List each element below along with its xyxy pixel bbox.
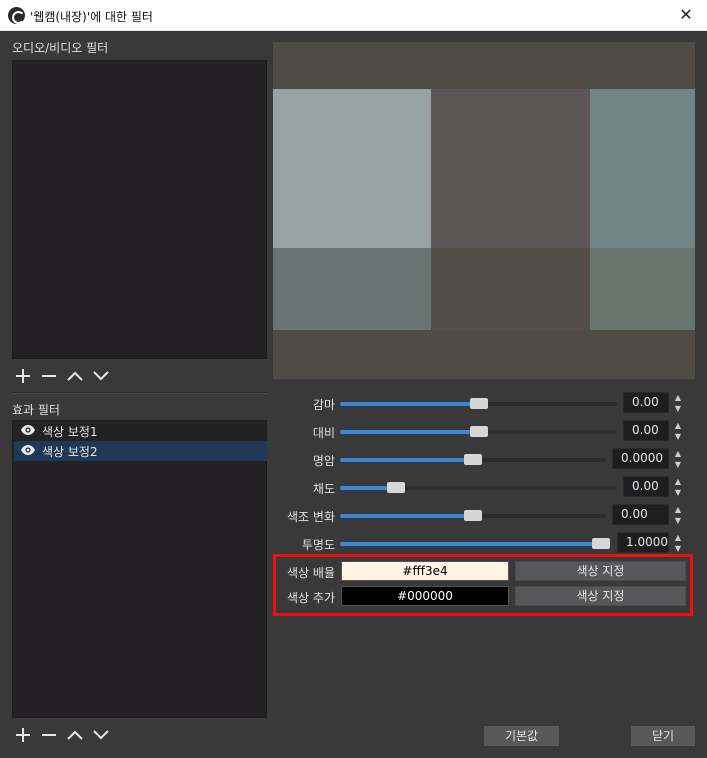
opacity-label: 투명도 bbox=[301, 538, 335, 552]
gamma-slider[interactable] bbox=[340, 398, 617, 409]
color-add-select-button[interactable]: 색상 지정 bbox=[515, 586, 686, 606]
opacity-slider-handle[interactable] bbox=[592, 538, 610, 549]
chevron-up-icon[interactable]: ▲ bbox=[671, 532, 685, 543]
video-preview bbox=[273, 42, 695, 379]
chevron-up-icon[interactable] bbox=[65, 366, 85, 386]
contrast-slider-handle[interactable] bbox=[470, 426, 488, 437]
opacity-slider-fill bbox=[340, 542, 601, 546]
chevron-up-icon[interactable]: ▲ bbox=[671, 392, 685, 403]
defaults-button[interactable]: 기본값 bbox=[484, 726, 559, 746]
color-multiply-select-button[interactable]: 색상 지정 bbox=[515, 561, 686, 581]
color-add-swatch: #000000 bbox=[341, 586, 509, 606]
chevron-down-icon[interactable] bbox=[91, 366, 111, 386]
hue-shift-input[interactable]: 0.00 bbox=[612, 504, 669, 525]
preview-region bbox=[590, 248, 695, 330]
preview-region bbox=[273, 248, 431, 330]
close-window-button[interactable]: ✕ bbox=[673, 4, 699, 26]
saturation-slider[interactable] bbox=[340, 482, 617, 493]
chevron-down-icon[interactable]: ▼ bbox=[671, 543, 685, 554]
plus-icon[interactable] bbox=[13, 366, 33, 386]
chevron-up-icon[interactable]: ▲ bbox=[671, 448, 685, 459]
gamma-spin-arrows[interactable]: ▲ ▼ bbox=[671, 392, 685, 414]
filter-item-color-correction-1[interactable]: 색상 보정1 bbox=[14, 421, 267, 441]
obs-logo-icon bbox=[8, 7, 25, 24]
av-filters-toolbar bbox=[13, 366, 111, 386]
preview-region bbox=[590, 89, 695, 248]
hue-shift-label: 색조 변화 bbox=[287, 510, 335, 524]
gamma-slider-handle[interactable] bbox=[470, 398, 488, 409]
filter-item-color-correction-2[interactable]: 색상 보정2 bbox=[14, 441, 267, 461]
opacity-slider[interactable] bbox=[340, 538, 610, 549]
effect-filters-list: 색상 보정1 색상 보정2 bbox=[12, 420, 267, 718]
brightness-slider-fill bbox=[340, 458, 473, 462]
chevron-down-icon[interactable]: ▼ bbox=[671, 487, 685, 498]
hue-shift-slider-handle[interactable] bbox=[464, 510, 482, 521]
contrast-spin-arrows[interactable]: ▲ ▼ bbox=[671, 420, 685, 442]
brightness-slider[interactable] bbox=[340, 454, 606, 465]
contrast-input[interactable]: 0.00 bbox=[623, 420, 669, 441]
saturation-input[interactable]: 0.00 bbox=[623, 476, 669, 497]
contrast-slider[interactable] bbox=[340, 426, 617, 437]
brightness-spin-arrows[interactable]: ▲ ▼ bbox=[671, 448, 685, 470]
chevron-down-icon[interactable]: ▼ bbox=[671, 403, 685, 414]
av-filters-list[interactable] bbox=[12, 60, 267, 359]
gamma-slider-fill bbox=[340, 402, 479, 406]
effect-filters-label: 효과 필터 bbox=[12, 403, 60, 417]
filter-item-label: 색상 보정2 bbox=[42, 444, 98, 459]
gamma-label: 감마 bbox=[312, 398, 335, 412]
close-button[interactable]: 닫기 bbox=[631, 726, 695, 746]
hue-shift-spin-arrows[interactable]: ▲ ▼ bbox=[671, 504, 685, 526]
preview-region bbox=[431, 89, 590, 248]
av-filters-label: 오디오/비디오 필터 bbox=[12, 41, 109, 55]
chevron-up-icon[interactable]: ▲ bbox=[671, 504, 685, 515]
preview-region bbox=[273, 89, 431, 248]
chevron-down-icon[interactable] bbox=[91, 725, 111, 745]
color-multiply-swatch: #fff3e4 bbox=[341, 561, 509, 581]
plus-icon[interactable] bbox=[13, 725, 33, 745]
effect-filters-toolbar bbox=[13, 725, 111, 745]
opacity-input[interactable]: 1.0000 bbox=[617, 532, 669, 553]
chevron-up-icon[interactable]: ▲ bbox=[671, 420, 685, 431]
eye-icon[interactable] bbox=[20, 444, 36, 459]
gamma-input[interactable]: 0.00 bbox=[623, 392, 669, 413]
saturation-slider-handle[interactable] bbox=[387, 482, 405, 493]
contrast-slider-fill bbox=[340, 430, 479, 434]
hue-shift-slider[interactable] bbox=[340, 510, 606, 521]
eye-icon[interactable] bbox=[20, 424, 36, 439]
contrast-label: 대비 bbox=[312, 426, 335, 440]
title-bar: '웹캠(내장)'에 대한 필터 ✕ bbox=[0, 0, 707, 31]
color-add-label: 색상 추가 bbox=[287, 591, 335, 605]
saturation-label: 채도 bbox=[312, 482, 335, 496]
dialog-body: 오디오/비디오 필터 효과 필터 색상 보정1 색상 보정2 감마 0.00 ▲… bbox=[0, 31, 707, 758]
minus-icon[interactable] bbox=[39, 366, 59, 386]
chevron-up-icon[interactable] bbox=[65, 725, 85, 745]
filter-item-label: 색상 보정1 bbox=[42, 424, 98, 439]
chevron-down-icon[interactable]: ▼ bbox=[671, 431, 685, 442]
brightness-slider-handle[interactable] bbox=[464, 454, 482, 465]
preview-region bbox=[431, 248, 590, 330]
saturation-spin-arrows[interactable]: ▲ ▼ bbox=[671, 476, 685, 498]
opacity-spin-arrows[interactable]: ▲ ▼ bbox=[671, 532, 685, 554]
chevron-up-icon[interactable]: ▲ bbox=[671, 476, 685, 487]
color-multiply-label: 색상 배율 bbox=[287, 566, 335, 580]
chevron-down-icon[interactable]: ▼ bbox=[671, 459, 685, 470]
brightness-input[interactable]: 0.0000 bbox=[612, 448, 669, 469]
window-title: '웹캠(내장)'에 대한 필터 bbox=[30, 10, 153, 24]
minus-icon[interactable] bbox=[39, 725, 59, 745]
hue-shift-slider-fill bbox=[340, 514, 473, 518]
section-divider bbox=[12, 392, 267, 394]
chevron-down-icon[interactable]: ▼ bbox=[671, 515, 685, 526]
brightness-label: 명암 bbox=[312, 454, 335, 468]
